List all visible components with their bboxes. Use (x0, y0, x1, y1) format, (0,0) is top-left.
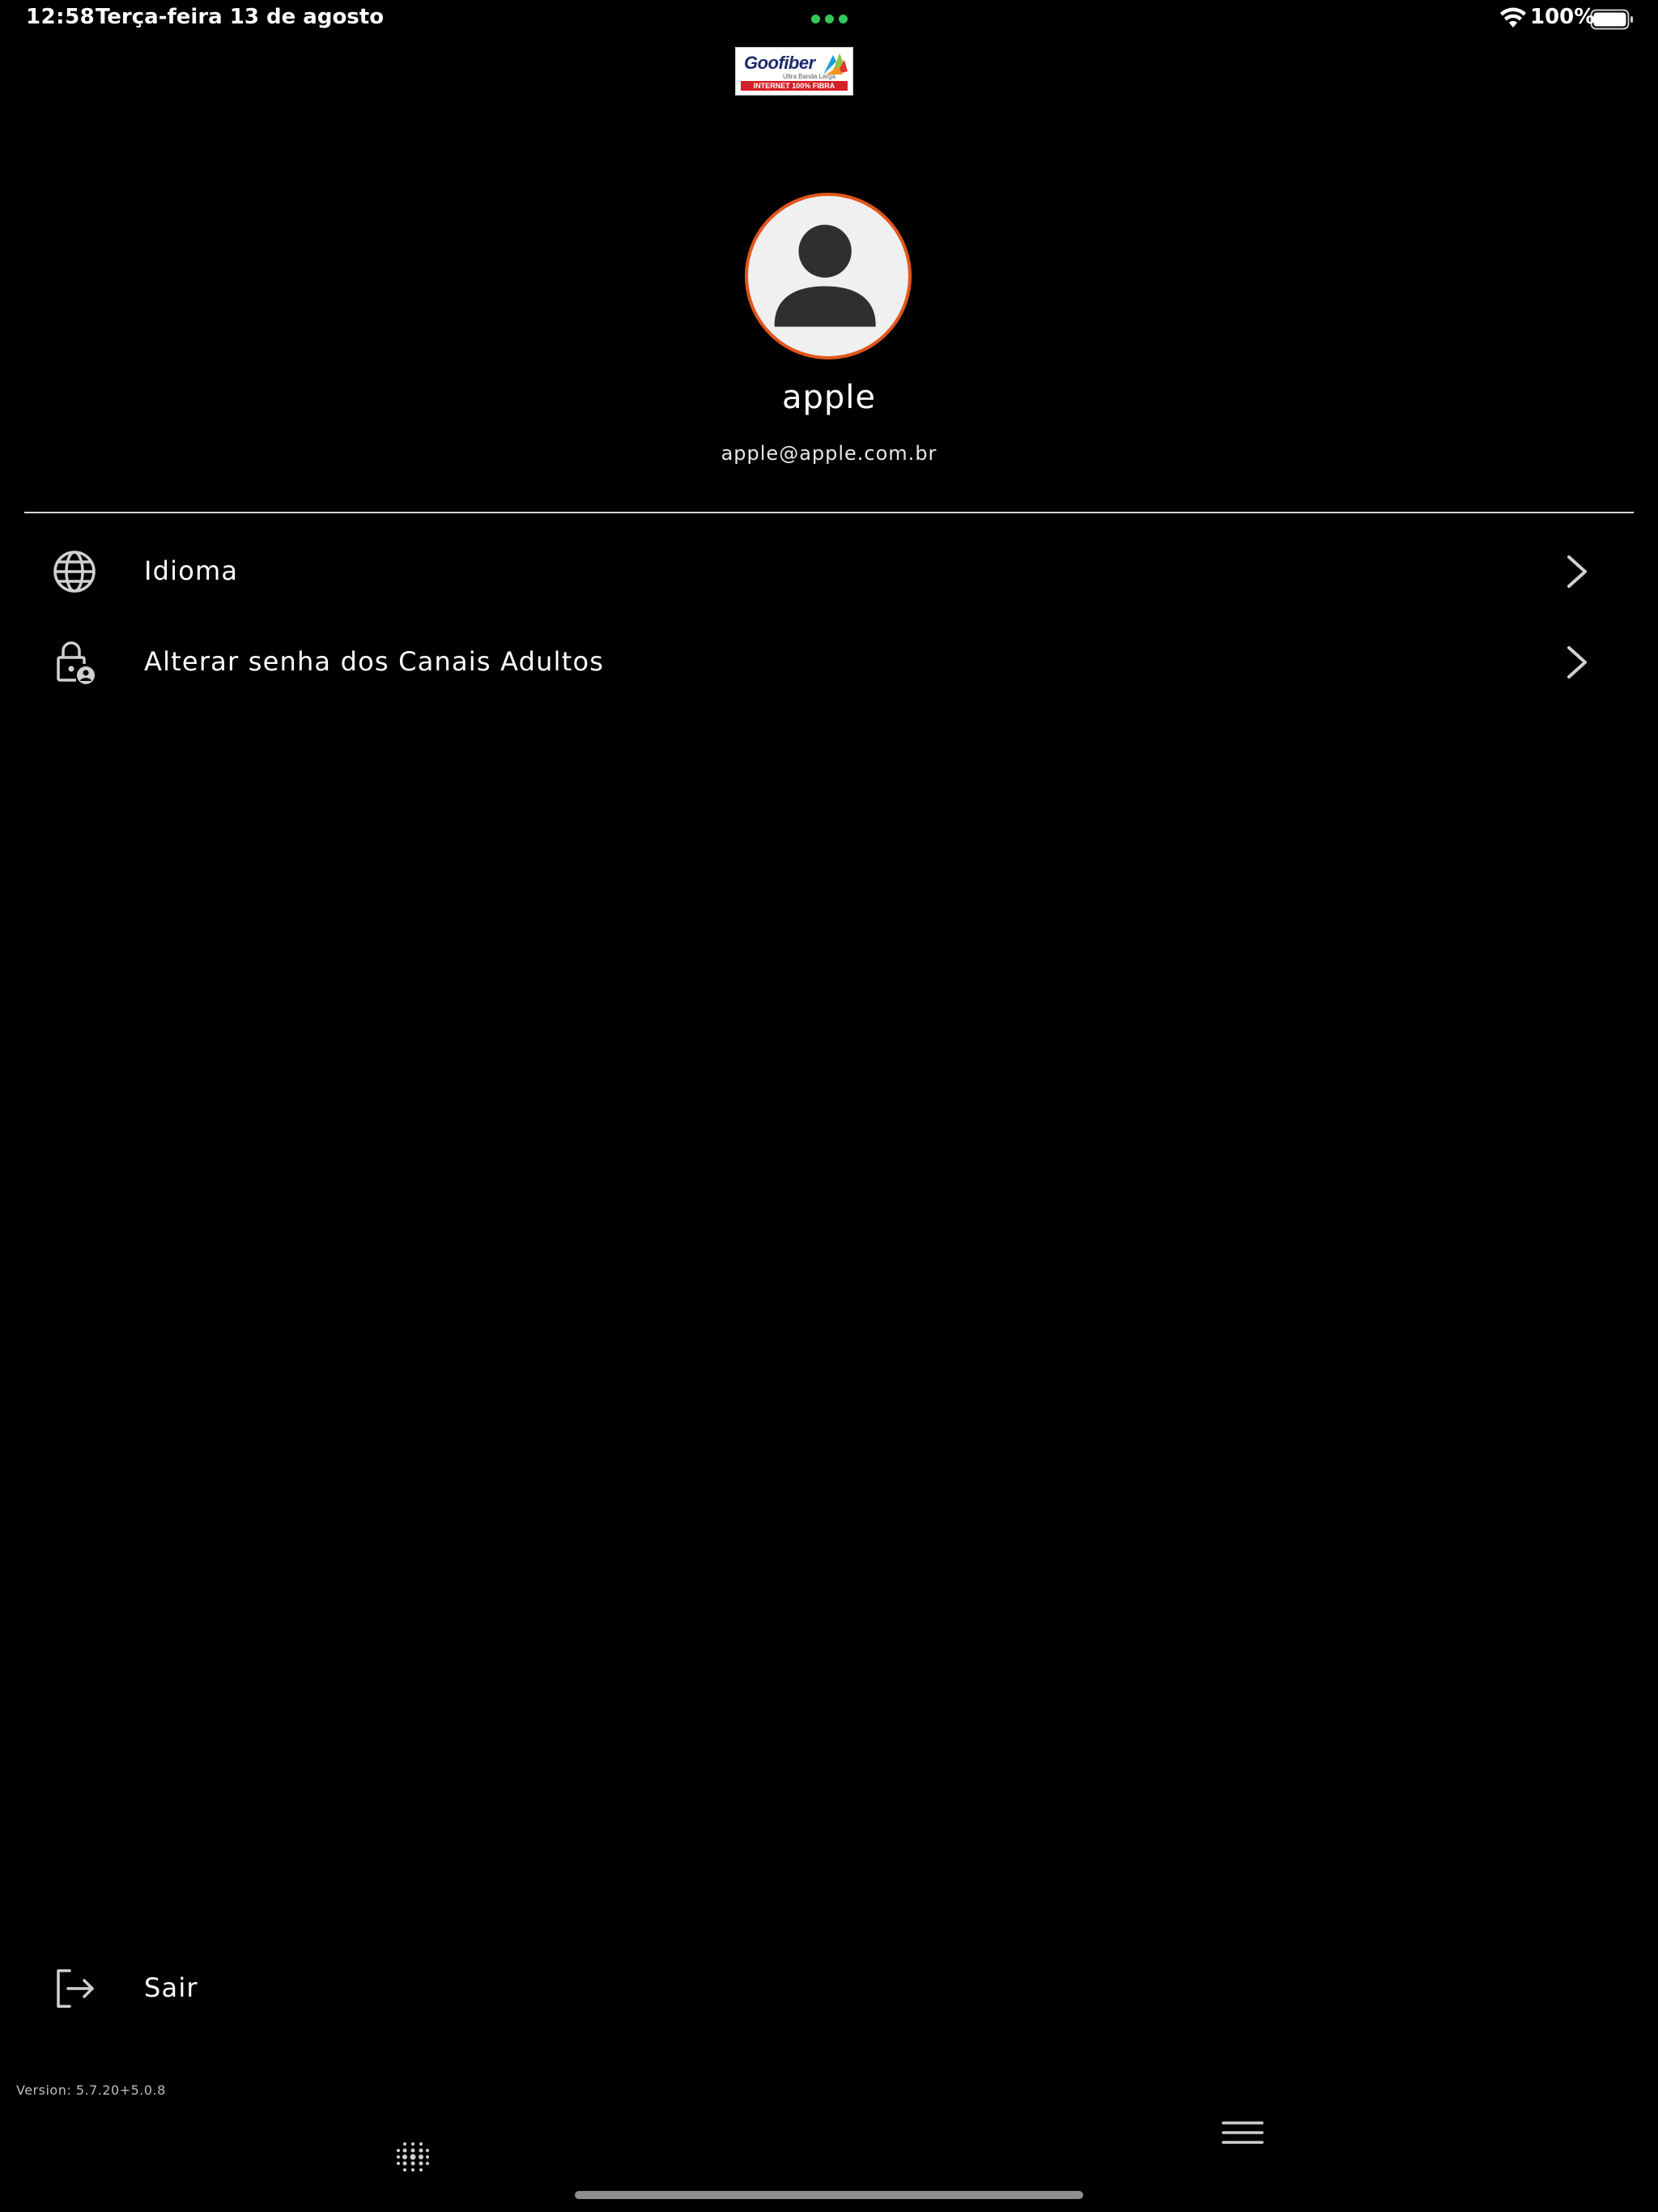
home-indicator[interactable] (575, 2191, 1083, 2199)
logo-name: Goofiber (744, 53, 815, 73)
logo-mark-icon (823, 53, 848, 74)
menu-item-language[interactable]: Idioma (24, 531, 1634, 612)
profile-email: apple@apple.com.br (721, 442, 937, 465)
battery-icon (1590, 9, 1633, 30)
status-bar: 12:58 Terça-feira 13 de agosto 100% (0, 0, 1658, 39)
menu-item-label: Idioma (144, 555, 239, 586)
menu-item-label: Alterar senha dos Canais Adultos (144, 646, 605, 677)
battery-percentage: 100% (1530, 5, 1596, 29)
avatar[interactable] (745, 193, 912, 359)
logout-label: Sair (144, 1972, 198, 2003)
version-label: Version: 5.7.20+5.0.8 (16, 2082, 166, 2098)
logout-icon (57, 1969, 94, 2008)
menu-item-change-adult-password[interactable]: Alterar senha dos Canais Adultos (24, 622, 1634, 703)
globe-icon (53, 551, 96, 593)
status-time: 12:58 (26, 5, 96, 29)
logo-band: INTERNET 100% FIBRA (741, 81, 848, 91)
chevron-right-icon (1567, 555, 1587, 588)
profile-name: apple (781, 379, 876, 416)
dot-grid-icon[interactable] (393, 2138, 432, 2176)
logout-button[interactable]: Sair (24, 1948, 348, 2029)
multitasking-dots-icon[interactable] (811, 15, 848, 24)
status-date: Terça-feira 13 de agosto (96, 5, 385, 29)
user-silhouette-icon (774, 224, 876, 327)
lock-user-icon (57, 641, 95, 684)
divider (24, 512, 1634, 513)
hamburger-menu-icon[interactable] (1221, 2118, 1265, 2150)
chevron-right-icon (1567, 646, 1587, 678)
wifi-icon (1500, 7, 1526, 28)
brand-logo: Goofiber Ultra Banda Larga INTERNET 100%… (735, 47, 853, 96)
